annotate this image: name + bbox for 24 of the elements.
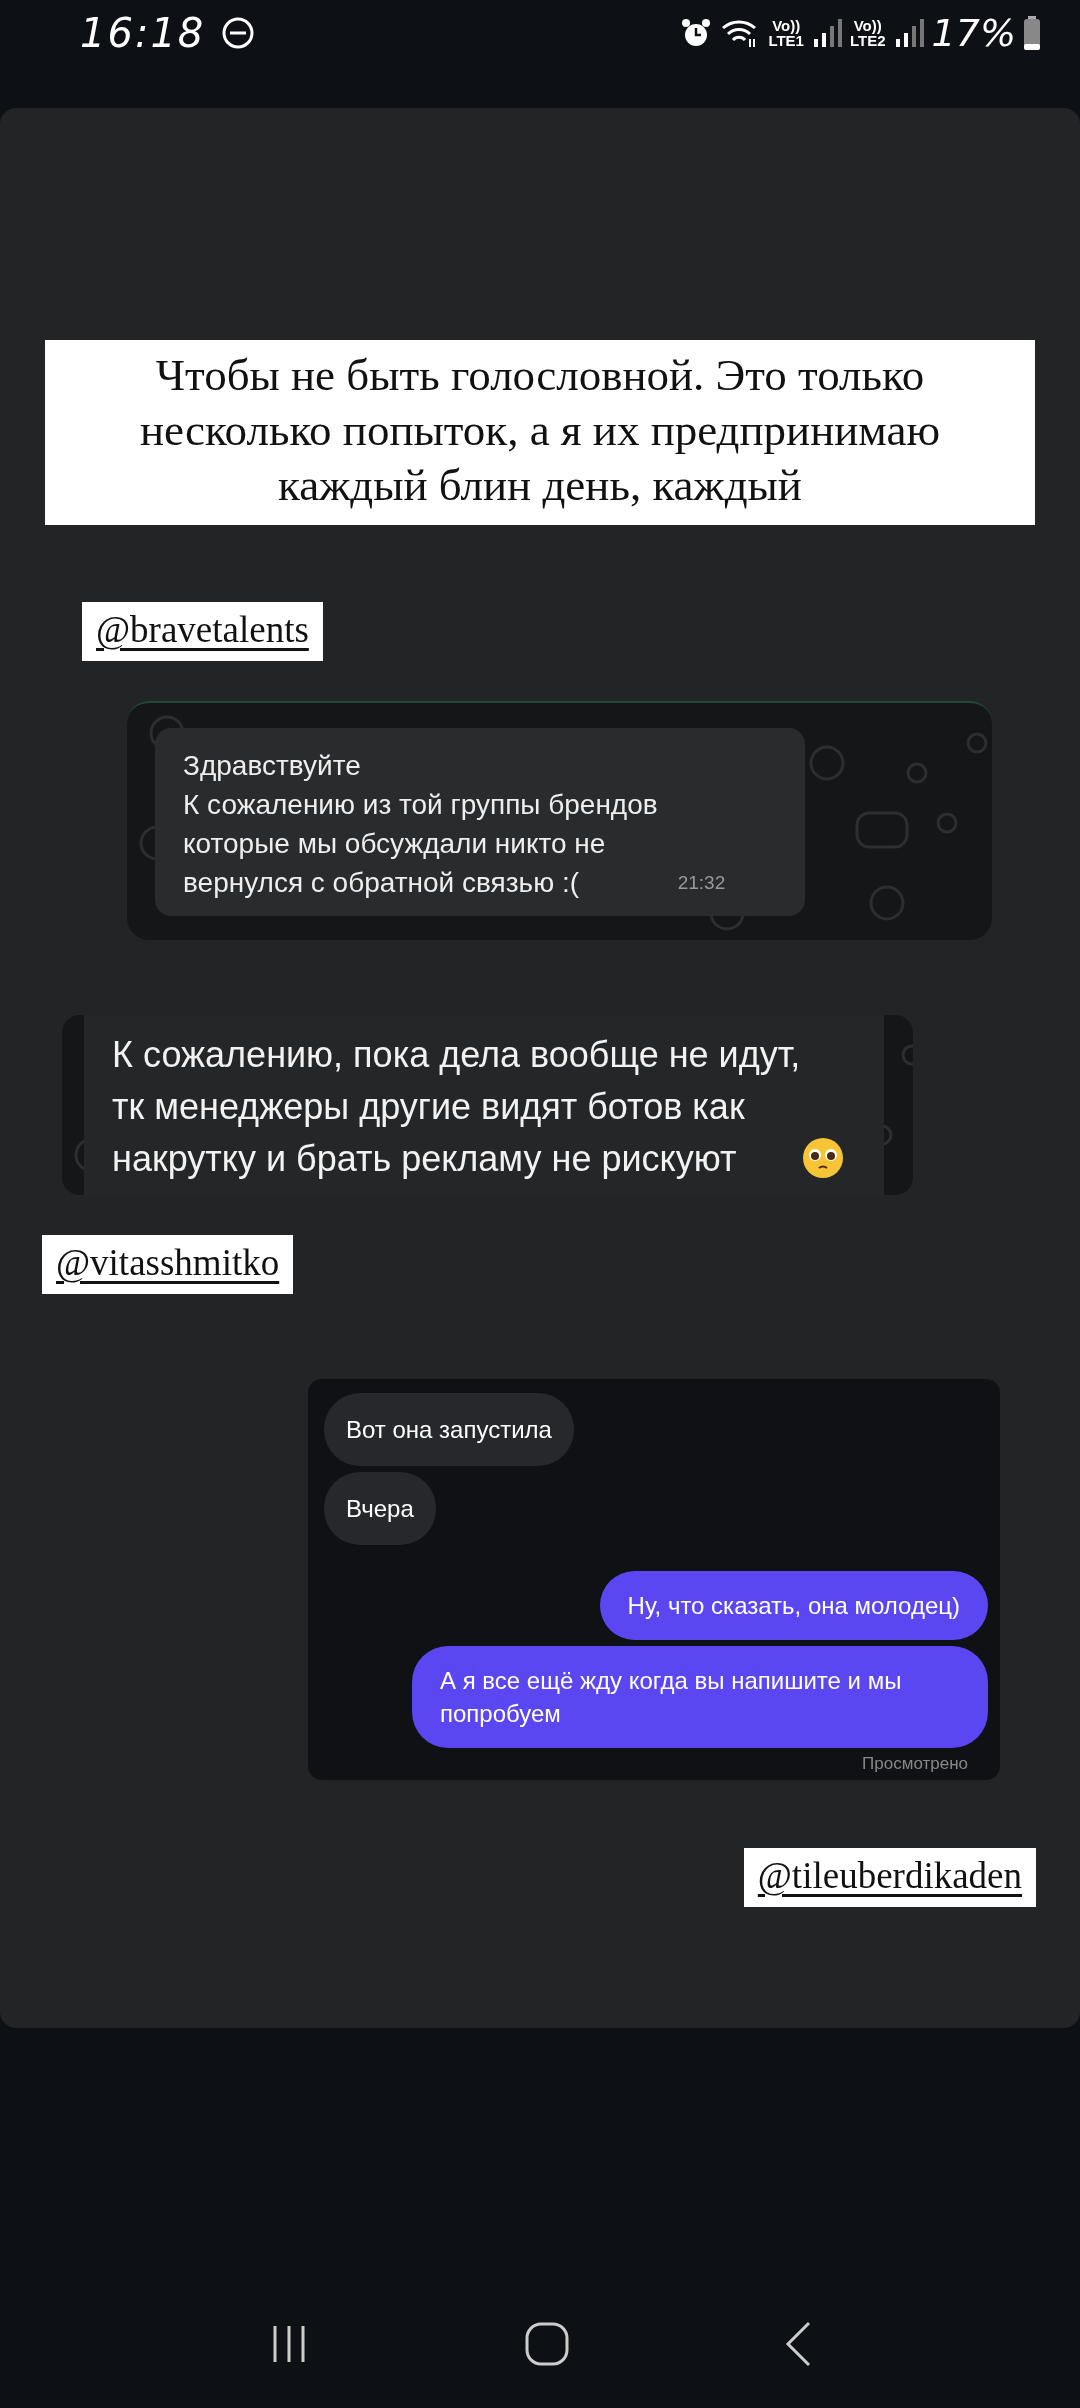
alarm-icon xyxy=(680,16,713,49)
message-bubble: Вчера xyxy=(324,1472,436,1545)
signal-icon xyxy=(811,16,842,49)
battery-icon xyxy=(1024,15,1040,50)
mention-sticker[interactable]: @tileuberdikaden xyxy=(743,1848,1036,1907)
message-time: 21:32 xyxy=(677,870,726,895)
story-caption: Чтобы не быть голословной. Это только несколько попыток, а я их предпринимаю каждый блин день, каждый xyxy=(45,340,1035,525)
pleading-face-icon xyxy=(802,1137,845,1179)
seen-status: Просмотрено xyxy=(862,1754,969,1774)
volte-label: Vo)) xyxy=(853,17,882,33)
home-icon[interactable] xyxy=(524,2321,570,2367)
network-label: LTE2 xyxy=(849,32,886,48)
message-bubble: Вот она запустила xyxy=(324,1393,574,1466)
message-bubble: Ну, что сказать, она молодец) xyxy=(599,1571,988,1640)
signal-icon xyxy=(893,16,924,49)
volte-label: Vo)) xyxy=(772,17,801,33)
message-bubble: А я все ещё жду когда вы напишите и мы попробуем xyxy=(412,1646,988,1748)
clock-time: 16:18 xyxy=(80,9,206,56)
message-text: К сожалению, пока дела вообще не идут, тк менеджеры другие видят ботов как накрутку и брать рекламу не рискуют xyxy=(112,1033,801,1181)
do-not-disturb-icon xyxy=(221,15,256,50)
message-text: Здравствуйте К сожалению из той группы брендов которые мы обсуждали никто не вернулся с обратной связью :( xyxy=(183,748,658,900)
mention-sticker[interactable]: @bravetalents xyxy=(82,602,323,661)
battery-percentage: 17% xyxy=(931,10,1016,55)
mention-sticker[interactable]: @vitasshmitko xyxy=(42,1235,294,1294)
